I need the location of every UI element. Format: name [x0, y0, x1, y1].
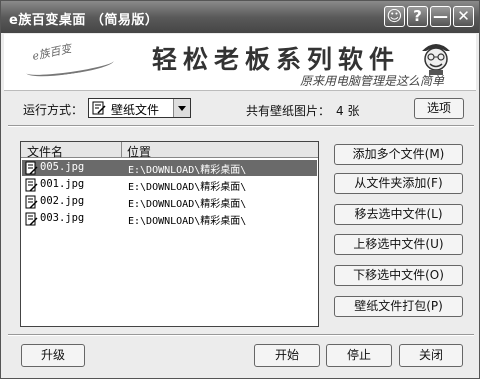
options-button[interactable]: 选项 [414, 98, 464, 119]
minimize-button[interactable]: — [430, 6, 451, 27]
help-button[interactable]: ? [407, 6, 428, 27]
wallpaper-count-value: 4 张 [336, 104, 360, 118]
file-name: 003.jpg [40, 212, 85, 224]
move-up-button[interactable]: 上移选中文件(U) [334, 234, 463, 255]
file-list-header: 文件名 位置 [21, 142, 318, 160]
file-path: E:\DOWNLOAD\精彩桌面\ [128, 199, 247, 210]
run-mode-value: 壁纸文件 [111, 103, 160, 117]
table-row[interactable]: 003.jpg E:\DOWNLOAD\精彩桌面\ [22, 211, 317, 227]
banner-slogan: 轻松老板系列软件 [152, 45, 401, 74]
window-title: e族百变桌面 （简易版） [9, 13, 159, 28]
title-bar[interactable]: e族百变桌面 （简易版） ☺ ? — ✕ [1, 1, 479, 33]
run-mode-select[interactable]: 壁纸文件 [88, 98, 191, 118]
file-name: 005.jpg [40, 161, 85, 173]
run-mode-label: 运行方式： [23, 103, 84, 117]
file-path: E:\DOWNLOAD\精彩桌面\ [128, 216, 247, 227]
image-file-icon [25, 212, 38, 226]
image-file-icon [25, 161, 38, 175]
stop-button[interactable]: 停止 [326, 344, 392, 367]
file-list[interactable]: 文件名 位置 005.jpg E:\DOWNLOAD\精彩桌面\ 001.jpg… [20, 141, 319, 327]
file-name: 002.jpg [40, 195, 85, 207]
table-row[interactable]: 002.jpg E:\DOWNLOAD\精彩桌面\ [22, 194, 317, 210]
banner: e族百变 轻松老板系列软件 原来用电脑管理是这么简单 [4, 34, 476, 91]
table-row[interactable]: 005.jpg E:\DOWNLOAD\精彩桌面\ [22, 160, 317, 176]
move-down-button[interactable]: 下移选中文件(O) [334, 265, 463, 286]
file-path: E:\DOWNLOAD\精彩桌面\ [128, 165, 247, 176]
app-window: e族百变桌面 （简易版） ☺ ? — ✕ e族百变 轻松老板系列软件 原来用电脑… [0, 0, 480, 379]
upgrade-button[interactable]: 升级 [21, 344, 85, 367]
table-row[interactable]: 001.jpg E:\DOWNLOAD\精彩桌面\ [22, 177, 317, 193]
image-file-icon [25, 195, 38, 209]
wallpaper-count-label: 共有壁纸图片： [246, 104, 331, 118]
file-name: 001.jpg [40, 178, 85, 190]
pack-wallpapers-button[interactable]: 壁纸文件打包(P) [334, 296, 463, 317]
smiley-button[interactable]: ☺ [384, 6, 405, 27]
add-from-folder-button[interactable]: 从文件夹添加(F) [334, 173, 463, 194]
file-edit-icon [92, 101, 106, 115]
chevron-down-icon[interactable] [173, 99, 190, 117]
close-button[interactable]: 关闭 [399, 344, 463, 367]
remove-selected-button[interactable]: 移去选中文件(L) [334, 204, 463, 225]
column-divider[interactable] [121, 142, 122, 158]
close-window-button[interactable]: ✕ [453, 6, 474, 27]
column-header-filename[interactable]: 文件名 [27, 143, 63, 160]
add-multiple-files-button[interactable]: 添加多个文件(M) [334, 144, 463, 165]
image-file-icon [25, 178, 38, 192]
divider [8, 125, 474, 127]
divider [8, 334, 474, 336]
start-button[interactable]: 开始 [254, 344, 320, 367]
mascot-icon [422, 44, 450, 75]
column-header-location[interactable]: 位置 [127, 143, 151, 160]
file-path: E:\DOWNLOAD\精彩桌面\ [128, 182, 247, 193]
